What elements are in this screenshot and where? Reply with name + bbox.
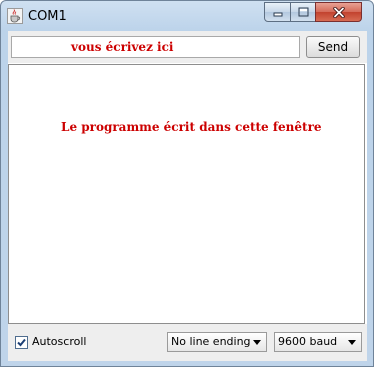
line-ending-select[interactable]: No line ending xyxy=(167,332,267,352)
minimize-icon xyxy=(273,12,282,17)
java-cup-icon xyxy=(7,8,23,24)
autoscroll-checkbox[interactable] xyxy=(15,336,28,349)
baud-rate-value: 9600 baud xyxy=(278,335,338,348)
send-button[interactable]: Send xyxy=(306,36,360,58)
close-icon xyxy=(332,6,345,18)
serial-monitor-window: COM1 vous écrivez ici Send Le programme … xyxy=(0,0,374,367)
footer-bar: Autoscroll No line ending 9600 baud xyxy=(8,324,367,361)
baud-rate-select[interactable]: 9600 baud xyxy=(274,332,362,352)
serial-input[interactable]: vous écrivez ici xyxy=(11,36,300,58)
serial-output-area[interactable]: Le programme écrit dans cette fenêtre xyxy=(8,64,365,324)
input-value: vous écrivez ici xyxy=(71,40,174,54)
autoscroll-label: Autoscroll xyxy=(32,335,87,348)
input-bar: vous écrivez ici Send xyxy=(8,31,367,63)
title-bar[interactable]: COM1 xyxy=(1,1,373,31)
maximize-icon xyxy=(298,7,308,17)
window-title: COM1 xyxy=(28,9,67,24)
line-ending-value: No line ending xyxy=(171,335,251,348)
maximize-button[interactable] xyxy=(290,2,316,22)
checkmark-icon xyxy=(17,338,26,347)
chevron-down-icon xyxy=(253,340,261,345)
output-text: Le programme écrit dans cette fenêtre xyxy=(61,120,322,134)
close-button[interactable] xyxy=(315,2,362,22)
minimize-button[interactable] xyxy=(264,2,291,22)
chevron-down-icon xyxy=(348,340,356,345)
window-client-area: vous écrivez ici Send Le programme écrit… xyxy=(8,31,367,361)
